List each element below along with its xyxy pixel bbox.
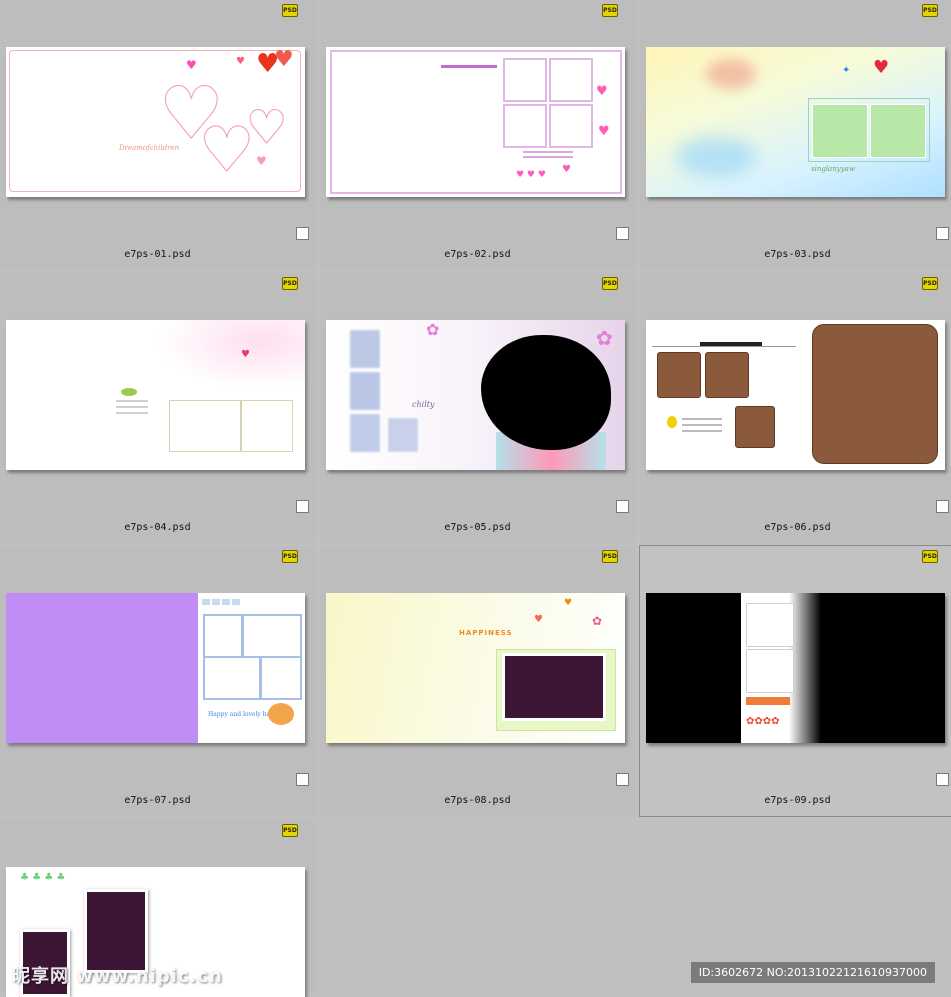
heart-icon: ♥: [598, 124, 610, 139]
photo-frame: [503, 58, 547, 102]
file-thumbnail[interactable]: Happy and lovely baby: [6, 593, 305, 743]
psd-file-icon: PSD: [922, 4, 938, 17]
site-watermark: 昵享网 www.nipic.cn: [12, 966, 223, 987]
file-grid: PSD ♥ ♥ ♥ ♥ ♥ ♥ ♥ ♥ Dreamofchildren e7ps…: [0, 0, 951, 997]
file-name: e7ps-07.psd: [124, 795, 191, 806]
heart-icon: ♥: [873, 57, 890, 78]
select-checkbox[interactable]: [296, 773, 309, 786]
file-thumbnail[interactable]: ♥: [6, 320, 305, 470]
select-checkbox[interactable]: [936, 500, 949, 513]
bird-icon: ✦: [842, 65, 851, 76]
file-thumbnail[interactable]: HAPPINESS ♥ ♥ ✿: [326, 593, 625, 743]
heart-icon: ♥: [596, 84, 608, 99]
psd-file-icon: PSD: [922, 550, 938, 563]
file-name: e7ps-09.psd: [764, 795, 831, 806]
heart-icon: ♥: [241, 349, 250, 360]
file-thumbnail[interactable]: ♥ ♥ ♥ ♥ ♥ ♥ ♥ ♥ Dreamofchildren: [6, 47, 305, 197]
select-checkbox[interactable]: [616, 227, 629, 240]
psd-file-icon: PSD: [282, 277, 298, 290]
character-icon: [667, 416, 677, 428]
file-thumbnail[interactable]: chilty ✿ ✿: [326, 320, 625, 470]
file-tile[interactable]: PSD ✿✿✿✿ e7ps-09.psd: [639, 545, 951, 817]
file-thumbnail[interactable]: ✿✿✿✿: [646, 593, 945, 743]
thumb-caption: Happy and lovely baby: [208, 711, 278, 718]
file-tile[interactable]: PSD ♥ ✦ singlanyyaw e7ps-03.psd: [640, 0, 951, 270]
select-checkbox[interactable]: [296, 500, 309, 513]
file-thumbnail[interactable]: ♥ ✦ singlanyyaw: [646, 47, 945, 197]
flower-icon: ✿: [592, 614, 603, 628]
file-name: e7ps-02.psd: [444, 249, 511, 260]
file-name: e7ps-05.psd: [444, 522, 511, 533]
psd-file-icon: PSD: [922, 277, 938, 290]
psd-file-icon: PSD: [602, 277, 618, 290]
photo-frame: [549, 58, 593, 102]
file-thumbnail[interactable]: [646, 320, 945, 470]
heart-icon: ♥ ♥ ♥: [516, 170, 546, 180]
file-tile[interactable]: PSD ♥ e7ps-04.psd: [0, 273, 315, 543]
psd-file-icon: PSD: [282, 550, 298, 563]
flower-icon: ✿✿✿✿: [746, 716, 780, 727]
thumb-caption: singlanyyaw: [811, 165, 855, 173]
thumb-caption: HAPPINESS: [459, 629, 513, 637]
photo-frame: [503, 104, 547, 148]
file-name: e7ps-06.psd: [764, 522, 831, 533]
heart-icon: ♥: [236, 56, 245, 67]
thumb-caption: chilty: [412, 400, 435, 409]
psd-file-icon: PSD: [282, 4, 298, 17]
psd-file-icon: PSD: [602, 4, 618, 17]
photo-frame: [549, 104, 593, 148]
file-tile[interactable]: PSD e7ps-06.psd: [640, 273, 951, 543]
file-name: e7ps-08.psd: [444, 795, 511, 806]
flower-icon: ✿: [596, 326, 613, 350]
heart-icon: ♥: [245, 100, 288, 154]
heart-icon: ♥: [274, 47, 294, 72]
file-tile[interactable]: PSD HAPPINESS ♥ ♥ ✿ e7ps-08.psd: [320, 546, 635, 816]
leaf-icon: ♣ ♣ ♣ ♣: [20, 872, 66, 883]
file-tile[interactable]: PSD ♥ ♥ ♥ ♥ ♥ ♥ e7ps-02.psd: [320, 0, 635, 270]
file-name: e7ps-01.psd: [124, 249, 191, 260]
heart-icon: ♥: [534, 614, 543, 625]
select-checkbox[interactable]: [936, 227, 949, 240]
psd-file-icon: PSD: [602, 550, 618, 563]
file-name: e7ps-04.psd: [124, 522, 191, 533]
file-thumbnail[interactable]: ♥ ♥ ♥ ♥ ♥ ♥: [326, 47, 625, 197]
file-tile[interactable]: PSD chilty ✿ ✿ e7ps-05.psd: [320, 273, 635, 543]
flower-icon: ✿: [426, 320, 440, 339]
file-tile[interactable]: PSD ♥ ♥ ♥ ♥ ♥ ♥ ♥ ♥ Dreamofchildren e7ps…: [0, 0, 315, 270]
select-checkbox[interactable]: [296, 227, 309, 240]
thumb-caption: Dreamofchildren: [119, 144, 180, 152]
file-tile[interactable]: PSD Happy and lovely baby e7ps-07.psd: [0, 546, 315, 816]
heart-icon: ♥: [186, 58, 197, 72]
heart-icon: ♥: [562, 164, 571, 175]
heart-icon: ♥: [256, 154, 267, 168]
image-id-watermark: ID:3602672 NO:20131022121610937000: [690, 962, 935, 983]
select-checkbox[interactable]: [616, 773, 629, 786]
heart-icon: ♥: [564, 598, 573, 608]
psd-file-icon: PSD: [282, 824, 298, 837]
select-checkbox[interactable]: [936, 773, 949, 786]
bear-icon: [268, 703, 294, 725]
file-name: e7ps-03.psd: [764, 249, 831, 260]
select-checkbox[interactable]: [616, 500, 629, 513]
